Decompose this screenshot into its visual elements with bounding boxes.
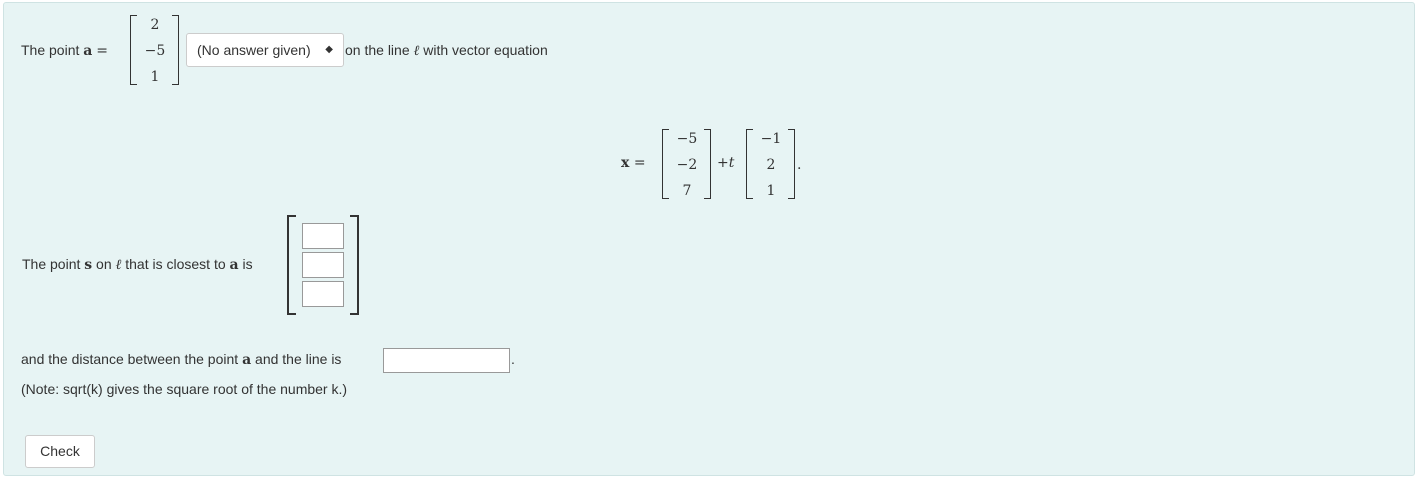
line-description: on the line ℓ with vector equation <box>345 41 548 60</box>
a-var: a <box>242 352 252 368</box>
distance-suffix: and the line is <box>255 351 342 367</box>
question-panel: The point a = 2 −5 1 (No answer given) ◆… <box>3 2 1415 476</box>
base-right-bracket <box>704 129 711 199</box>
distance-period: . <box>511 351 515 367</box>
distance-input[interactable] <box>383 348 510 373</box>
closest-on: on <box>96 256 112 272</box>
distance-prefix: and the distance between the point <box>21 351 239 367</box>
base-entry: 7 <box>682 183 692 199</box>
eq-period: . <box>797 157 802 173</box>
dir-entry: −1 <box>760 131 782 147</box>
select-value: (No answer given) <box>197 42 311 58</box>
ell-symbol: ℓ <box>413 43 420 59</box>
matrix-entry: 1 <box>150 69 160 85</box>
closest-point-input-2[interactable] <box>302 252 344 278</box>
matrix-right-bracket <box>172 15 179 85</box>
closest-point-input-3[interactable] <box>302 281 344 307</box>
check-button[interactable]: Check <box>25 435 95 468</box>
s-var: s <box>84 257 93 273</box>
point-intro-label: The point <box>21 42 80 58</box>
eq-equals: = <box>633 155 646 171</box>
relation-select[interactable]: (No answer given) ◆ <box>186 33 344 67</box>
dir-entry: 1 <box>766 183 776 199</box>
dir-entry: 2 <box>766 157 776 173</box>
eq-lhs: x = <box>621 155 646 171</box>
matrix-entry: 2 <box>150 17 160 33</box>
equals-sign: = <box>96 43 108 59</box>
matrix-entry: −5 <box>144 43 166 59</box>
closest-point-text: The point s on ℓ that is closest to a is <box>22 255 253 274</box>
plus-t: +t <box>717 155 735 171</box>
base-entry: −5 <box>676 131 698 147</box>
base-entry: −2 <box>676 157 698 173</box>
dir-right-bracket <box>788 129 795 199</box>
eq-x-var: x <box>621 155 630 171</box>
distance-text: and the distance between the point a and… <box>21 350 341 369</box>
closest-is: is <box>242 256 253 272</box>
answer-left-bracket <box>287 215 296 315</box>
line-suffix: with vector equation <box>423 42 548 58</box>
dir-left-bracket <box>746 129 753 199</box>
closest-prefix: The point <box>22 256 81 272</box>
closest-middle: that is closest to <box>125 256 226 272</box>
select-arrow-icon: ◆ <box>325 44 333 55</box>
matrix-left-bracket <box>130 15 137 85</box>
a-var: a <box>229 257 239 273</box>
ell-symbol: ℓ <box>115 257 122 273</box>
sqrt-note: (Note: sqrt(k) gives the square root of … <box>21 381 348 397</box>
base-left-bracket <box>662 129 669 199</box>
point-intro-text: The point a = <box>21 41 108 60</box>
line-prefix: on the line <box>345 42 410 58</box>
answer-right-bracket <box>350 215 359 315</box>
point-a-var: a <box>83 43 93 59</box>
closest-point-input-1[interactable] <box>302 223 344 249</box>
